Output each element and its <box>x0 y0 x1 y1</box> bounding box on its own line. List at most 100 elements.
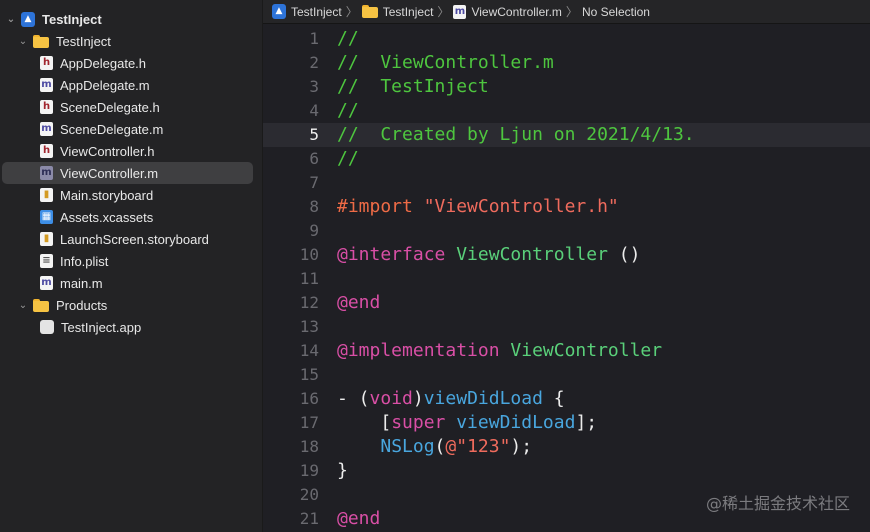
code-token: NSLog <box>380 436 435 457</box>
navigator-item[interactable]: m main.m <box>0 272 103 294</box>
storyboard-file-icon: ▮ <box>40 232 53 246</box>
navigator-item[interactable]: ▦ Assets.xcassets <box>0 206 153 228</box>
disclosure-chevron-icon[interactable]: ⌄ <box>17 294 29 316</box>
code-line[interactable]: 18 NSLog(@"123"); <box>263 435 870 459</box>
code-text: // TestInject <box>337 75 489 99</box>
navigator-item[interactable]: m SceneDelegate.m <box>0 118 163 140</box>
plist-file-icon: ≡ <box>40 254 53 268</box>
watermark: @稀土掘金技术社区 <box>705 494 850 513</box>
code-token: // <box>337 100 359 121</box>
code-token: @end <box>337 508 381 529</box>
code-line[interactable]: 13 <box>263 315 870 339</box>
line-number: 10 <box>299 245 319 264</box>
code-line[interactable]: 7 <box>263 171 870 195</box>
code-token: ); <box>510 436 533 457</box>
navigator-item-label: ViewController.m <box>60 165 159 181</box>
code-token: // <box>337 28 359 49</box>
code-text: @end <box>337 507 380 531</box>
code-token: ]; <box>575 412 598 433</box>
breadcrumb-separator-icon: 〉 <box>437 5 450 19</box>
code-line[interactable]: 17 [super viewDidLoad]; <box>263 411 870 435</box>
code-line[interactable]: 5 // Created by Ljun on 2021/4/13. <box>263 123 870 147</box>
navigator-item-label: LaunchScreen.storyboard <box>60 231 209 247</box>
code-line[interactable]: 15 <box>263 363 870 387</box>
line-number: 16 <box>299 389 319 408</box>
code-line[interactable]: 11 <box>263 267 870 291</box>
asset-catalog-icon: ▦ <box>40 210 53 224</box>
code-text: - (void)viewDidLoad { <box>337 387 565 411</box>
code-token: super <box>391 412 446 433</box>
line-number: 2 <box>309 53 319 72</box>
code-token: - ( <box>337 388 370 409</box>
line-number: 11 <box>299 269 319 288</box>
navigator-item[interactable]: ▮ Main.storyboard <box>0 184 153 206</box>
code-line[interactable]: 8 #import "ViewController.h" <box>263 195 870 219</box>
objc-file-icon: m <box>40 276 53 290</box>
code-line[interactable]: 16 - (void)viewDidLoad { <box>263 387 870 411</box>
line-number: 20 <box>299 485 319 504</box>
breadcrumb-item[interactable]: ▲ TestInject <box>272 4 342 19</box>
objc-file-icon: m <box>453 4 467 19</box>
storyboard-file-icon: ▮ <box>40 188 53 202</box>
navigator-item[interactable]: ▮ LaunchScreen.storyboard <box>0 228 209 250</box>
code-line[interactable]: 6 // <box>263 147 870 171</box>
breadcrumb-separator-icon: 〉 <box>345 5 358 19</box>
breadcrumb-label: TestInject <box>291 4 342 19</box>
code-token: [ <box>337 412 392 433</box>
code-token: } <box>337 460 348 481</box>
objc-file-icon: m <box>40 78 53 92</box>
navigator-item[interactable]: h SceneDelegate.h <box>0 96 160 118</box>
jump-bar-breadcrumb: ▲ TestInject 〉 TestInject 〉 m ViewController.m… <box>263 0 870 24</box>
navigator-item[interactable]: m ViewController.m <box>2 162 253 184</box>
code-token: // TestInject <box>337 76 489 97</box>
code-text: // <box>337 99 359 123</box>
code-line[interactable]: 12 @end <box>263 291 870 315</box>
code-text: // <box>337 147 359 171</box>
code-line[interactable]: 10 @interface ViewController () <box>263 243 870 267</box>
code-line[interactable]: 4 // <box>263 99 870 123</box>
navigator-item-label: main.m <box>60 275 103 291</box>
line-number: 18 <box>299 437 319 456</box>
code-line[interactable]: 14 @implementation ViewController <box>263 339 870 363</box>
line-number: 9 <box>309 221 319 240</box>
objc-file-icon: m <box>40 122 53 136</box>
disclosure-chevron-icon[interactable]: ⌄ <box>17 30 29 52</box>
breadcrumb-item[interactable]: No Selection <box>582 5 650 19</box>
navigator-item-label: TestInject <box>56 33 111 49</box>
navigator-item[interactable]: ⌄ Products <box>0 294 108 316</box>
code-text: // <box>337 27 359 51</box>
breadcrumb-item[interactable]: m ViewController.m <box>453 4 562 19</box>
code-token: () <box>607 244 641 265</box>
code-text: [super viewDidLoad]; <box>337 411 597 435</box>
navigator-item[interactable]: m AppDelegate.m <box>0 74 150 96</box>
code-token: "ViewController.h" <box>423 196 619 217</box>
code-line[interactable]: 9 <box>263 219 870 243</box>
project-navigator: ⌄ ▲ TestInject ⌄ TestInject h AppDelegate.h m Ap… <box>0 0 263 532</box>
line-number: 3 <box>309 77 319 96</box>
line-number: 4 <box>309 101 319 120</box>
code-token: // Created by Ljun on 2021/4/13. <box>337 124 695 145</box>
navigator-item[interactable]: ⌄ ▲ TestInject <box>0 8 102 30</box>
navigator-item[interactable]: h AppDelegate.h <box>0 52 146 74</box>
navigator-item-label: Assets.xcassets <box>60 209 154 225</box>
disclosure-chevron-icon[interactable]: ⌄ <box>5 8 17 30</box>
objc-file-icon: m <box>40 166 53 180</box>
navigator-item[interactable]: ≡ Info.plist <box>0 250 108 272</box>
code-line[interactable]: 2 // ViewController.m <box>263 51 870 75</box>
code-line[interactable]: 19} <box>263 459 870 483</box>
code-line[interactable]: 1 // <box>263 27 870 51</box>
navigator-item[interactable]: TestInject.app <box>0 316 141 338</box>
code-line[interactable]: 3 // TestInject <box>263 75 870 99</box>
folder-icon <box>33 34 49 48</box>
navigator-item[interactable]: ⌄ TestInject <box>0 30 111 52</box>
navigator-item-label: TestInject.app <box>61 319 142 335</box>
source-editor[interactable]: 1 // 2 // ViewController.m 3 // TestInject 4 //… <box>263 24 870 532</box>
line-number: 6 <box>309 149 319 168</box>
code-text: @interface ViewController () <box>337 243 640 267</box>
code-token: @end <box>337 292 381 313</box>
breadcrumb-item[interactable]: TestInject <box>361 4 434 19</box>
navigator-item-label: Info.plist <box>60 253 109 269</box>
breadcrumb-label: TestInject <box>382 4 434 19</box>
navigator-item[interactable]: h ViewController.h <box>0 140 154 162</box>
